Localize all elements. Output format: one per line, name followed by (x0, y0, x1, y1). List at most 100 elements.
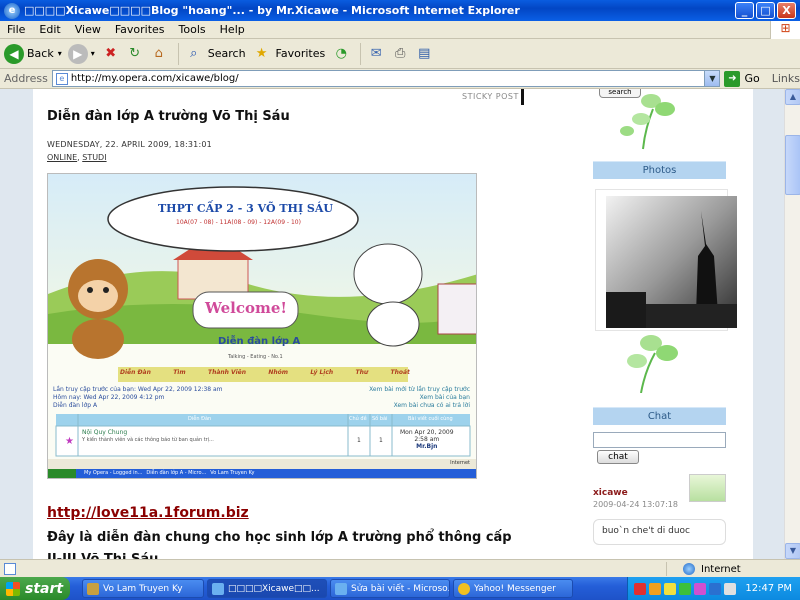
system-tray: 12:47 PM (627, 577, 800, 600)
forum-nav-item: Thư (355, 369, 369, 376)
forward-button[interactable]: ▶ ▾ (67, 43, 95, 64)
forum-col-last: Bài viết cuối cùng (408, 416, 453, 422)
tray-messenger-icon[interactable] (664, 582, 677, 595)
vertical-scrollbar[interactable]: ▲ ▼ (784, 89, 800, 559)
scroll-up-icon[interactable]: ▲ (785, 89, 800, 105)
security-zone: Internet (666, 562, 741, 576)
forward-arrow-icon: ▶ (67, 43, 88, 64)
forum-nav-item: Lý Lịch (310, 369, 334, 376)
back-dropdown-icon[interactable]: ▾ (58, 49, 62, 58)
tray-antivirus-icon[interactable] (679, 582, 692, 595)
forum-tagline: Talking - Eating - No.1 (228, 354, 283, 360)
sidebar: search Photos Chat chat xicawe 2009-04-2… (593, 89, 753, 559)
taskbar: start Vo Lam Truyen Ky □□□□Xicawe□□... S… (0, 577, 800, 600)
forum-link[interactable]: http://love11a.1forum.biz (47, 505, 249, 521)
history-icon[interactable]: ◔ (331, 44, 351, 64)
go-label: Go (744, 72, 760, 85)
forum-row-name: Nội Quy Chung (82, 429, 128, 436)
forum-nav-item: Tìm (173, 369, 186, 376)
volume-icon[interactable] (724, 582, 737, 595)
minimize-button[interactable]: _ (735, 2, 754, 19)
menu-edit[interactable]: Edit (32, 23, 67, 36)
chat-username[interactable]: xicawe (593, 488, 628, 498)
scroll-thumb[interactable] (785, 135, 800, 195)
mail-icon[interactable]: ✉ (366, 44, 386, 64)
ie-logo-icon: e (4, 2, 20, 19)
back-arrow-icon: ◀ (4, 43, 24, 64)
forum-row-topics: 1 (357, 437, 361, 444)
menu-tools[interactable]: Tools (172, 23, 213, 36)
welcome-logo: Welcome! (205, 299, 288, 317)
clover-decoration-icon (620, 94, 675, 150)
scroll-down-icon[interactable]: ▼ (785, 543, 800, 559)
edit-icon[interactable]: ▤ (414, 44, 434, 64)
links-button[interactable]: Links (772, 72, 800, 85)
forum-col-topics: Chủ đề (349, 416, 367, 422)
back-button[interactable]: ◀ Back ▾ (4, 43, 62, 64)
forum-row-desc: Y kiến thành viên và các thông báo từ ba… (82, 437, 214, 443)
forum-quick-link: Xem bài chưa có ai trả lời (393, 402, 470, 409)
smiley-icon (458, 582, 470, 595)
back-label: Back (27, 47, 54, 60)
favorites-button[interactable]: ★ Favorites (252, 44, 326, 64)
window-title: □□□□Xicawe□□□□Blog "hoang"... - by Mr.Xi… (24, 4, 520, 17)
statue-photo (606, 196, 737, 328)
windows-flag-icon: ⊞ (770, 20, 800, 39)
maximize-button[interactable]: □ (756, 2, 775, 19)
taskbar-item-vo-lam[interactable]: Vo Lam Truyen Ky (82, 579, 204, 598)
menu-view[interactable]: View (68, 23, 108, 36)
toolbar: ◀ Back ▾ ▶ ▾ ✖ ↻ ⌂ ⌕ Search ★ Favorites … (0, 39, 800, 69)
tag-online[interactable]: ONLINE (47, 153, 77, 162)
address-label: Address (4, 72, 48, 85)
title-bar[interactable]: e □□□□Xicawe□□□□Blog "hoang"... - by Mr.… (0, 0, 800, 21)
menu-favorites[interactable]: Favorites (108, 23, 172, 36)
status-bar: Internet (0, 559, 800, 577)
post-title[interactable]: Diễn đàn lớp A trường Võ Thị Sáu (47, 109, 290, 124)
inner-status-zone: Internet (450, 460, 470, 466)
banner-title: THPT CẤP 2 - 3 VÕ THỊ SÁU (158, 202, 333, 215)
chat-button[interactable]: chat (597, 450, 639, 464)
taskbar-item-ie-blog[interactable]: □□□□Xicawe□□... (207, 579, 327, 598)
search-button[interactable]: ⌕ Search (184, 44, 246, 64)
home-icon[interactable]: ⌂ (149, 44, 169, 64)
game-icon (87, 582, 99, 595)
search-icon: ⌕ (190, 45, 198, 61)
tray-shield-icon[interactable] (634, 582, 647, 595)
taskbar-item-ie-edit[interactable]: Sửa bài viết - Microso... (330, 579, 450, 598)
tray-network-icon[interactable] (709, 582, 722, 595)
print-icon[interactable]: ⎙ (390, 44, 410, 64)
go-button[interactable]: ➜ Go (724, 70, 760, 87)
page-icon: e (55, 72, 68, 85)
forum-breadcrumb: Diễn đàn lớp A (53, 402, 98, 409)
zone-label: Internet (701, 563, 741, 575)
menu-file[interactable]: File (0, 23, 32, 36)
tray-app-icon[interactable] (649, 582, 662, 595)
stop-icon[interactable]: ✖ (101, 44, 121, 64)
svg-text:★: ★ (65, 436, 74, 447)
tag-studi[interactable]: STUDI (82, 153, 106, 162)
close-button[interactable]: X (777, 2, 796, 19)
forum-row-last: Mon Apr 20, 2009 2:58 am Mr.Bjn (400, 429, 454, 450)
forum-last-visit: Lần truy cập trước của bạn: Wed Apr 22, … (53, 386, 223, 393)
address-dropdown-icon[interactable]: ▼ (704, 71, 720, 86)
search-label: Search (207, 47, 246, 60)
refresh-icon[interactable]: ↻ (125, 44, 145, 64)
banner-subtitle: 10A(07 - 08) - 11A(08 - 09) - 12A(09 - 1… (176, 219, 301, 226)
chat-timestamp: 2009-04-24 13:07:18 (593, 500, 678, 509)
inner-taskbar: My Opera - Logged in... Diễn đàn lớp A -… (84, 470, 254, 476)
forum-quick-link: Xem bài mới từ lần truy cập trước (369, 386, 470, 393)
address-input[interactable] (70, 73, 705, 84)
taskbar-item-yahoo-messenger[interactable]: Yahoo! Messenger (453, 579, 573, 598)
photo-widget[interactable] (595, 189, 737, 331)
page-status-icon (4, 562, 16, 575)
start-button[interactable]: start (0, 577, 70, 600)
forum-row-last-date: Mon Apr 20, 2009 (400, 429, 454, 436)
forum-nav-item: Nhóm (268, 369, 288, 376)
go-arrow-icon: ➜ (724, 70, 741, 87)
forward-dropdown-icon[interactable]: ▾ (91, 49, 95, 58)
menu-help[interactable]: Help (213, 23, 252, 36)
chat-input[interactable] (593, 432, 726, 448)
ie-icon (335, 582, 347, 595)
tray-media-icon[interactable] (694, 582, 707, 595)
address-field[interactable]: e ▼ (51, 70, 721, 87)
